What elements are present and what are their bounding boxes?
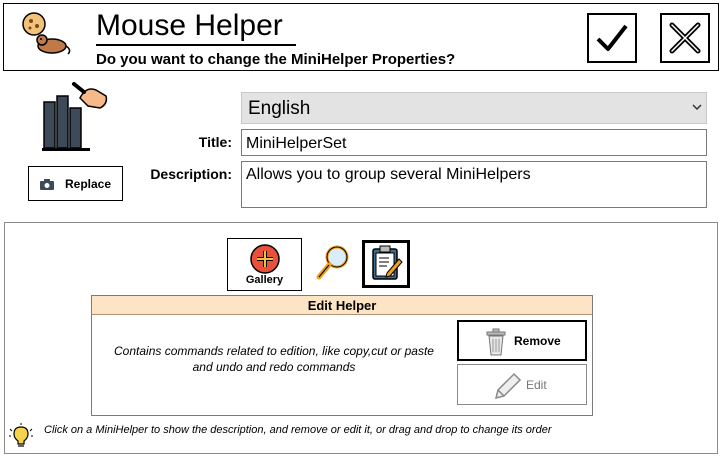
camera-icon — [40, 179, 54, 190]
edit-helper-button[interactable] — [362, 240, 410, 288]
minihelper-card-title: Edit Helper — [92, 296, 592, 315]
gallery-button[interactable]: Gallery — [227, 238, 302, 291]
cancel-button[interactable] — [660, 13, 710, 63]
lightbulb-icon — [9, 423, 33, 447]
edit-label: Edit — [526, 378, 547, 392]
trash-icon — [486, 328, 506, 356]
language-select[interactable]: English — [241, 92, 707, 124]
remove-label: Remove — [514, 334, 561, 348]
edit-button[interactable]: Edit — [457, 364, 587, 405]
chevron-down-icon — [692, 104, 702, 111]
app-title: Mouse Helper — [96, 9, 283, 42]
hint-text: Click on a MiniHelper to show the descri… — [44, 424, 552, 436]
minihelper-card-description: Contains commands related to edition, li… — [114, 344, 434, 374]
remove-button[interactable]: Remove — [457, 320, 587, 361]
replace-label: Replace — [65, 177, 112, 191]
pencil-icon — [494, 372, 522, 400]
title-label: Title: — [198, 134, 232, 150]
title-underline — [96, 44, 296, 46]
confirm-button[interactable] — [587, 13, 637, 63]
minihelper-set-icon — [42, 82, 108, 151]
clipboard-pencil-icon — [372, 245, 403, 280]
magnifier-icon[interactable] — [315, 243, 353, 283]
description-input[interactable]: Allows you to group several MiniHelpers — [241, 161, 707, 208]
page-subtitle: Do you want to change the MiniHelper Pro… — [96, 51, 456, 68]
description-label: Description: — [150, 166, 232, 182]
checkmark-icon — [596, 24, 628, 51]
mouse-logo-icon — [22, 12, 71, 55]
replace-button[interactable]: Replace — [28, 166, 123, 201]
gallery-label: Gallery — [245, 274, 284, 286]
add-icon — [250, 244, 280, 274]
close-icon — [669, 22, 701, 54]
title-input[interactable]: MiniHelperSet — [241, 129, 707, 156]
